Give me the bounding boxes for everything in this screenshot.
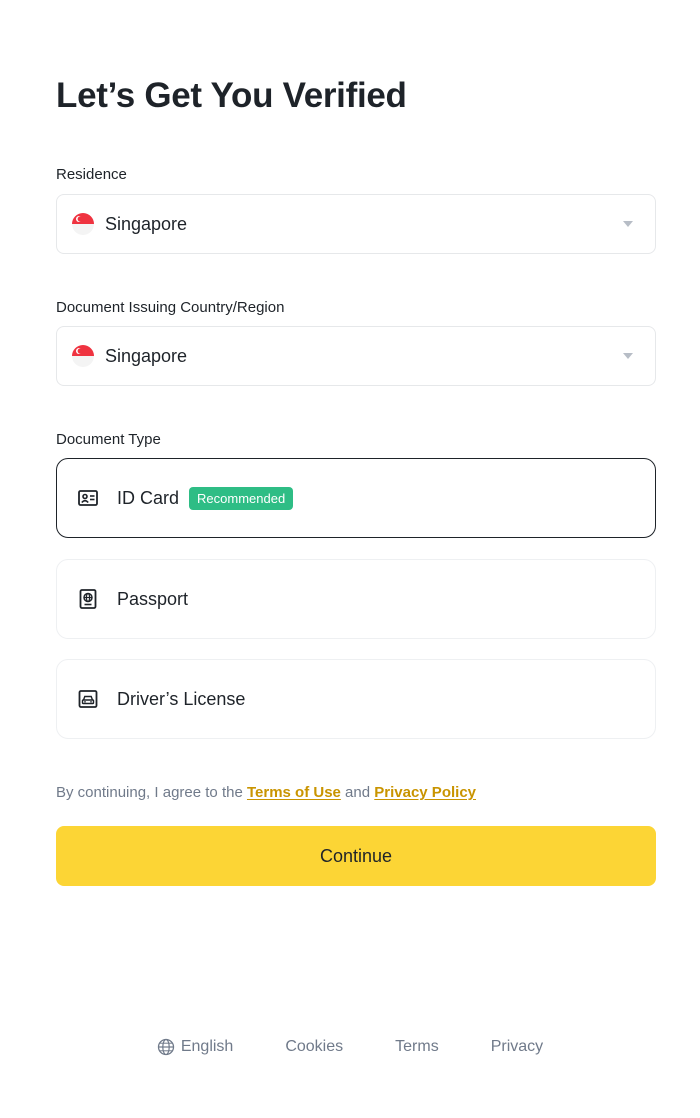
issuing-country-select[interactable]: Singapore [56, 326, 656, 386]
residence-value: Singapore [105, 213, 188, 234]
recommended-badge: Recommended [189, 486, 294, 510]
residence-label: Residence [56, 166, 127, 183]
document-option-passport[interactable]: Passport [56, 559, 656, 639]
residence-select[interactable]: Singapore [56, 194, 656, 254]
caret-down-icon [623, 353, 633, 359]
document-option-id-card[interactable]: ID Card Recommended [56, 458, 656, 538]
issuing-country-label: Document Issuing Country/Region [56, 299, 285, 316]
document-option-drivers-license[interactable]: Driver’s License [56, 659, 656, 739]
continue-button[interactable]: Continue [56, 826, 656, 886]
terms-of-use-link[interactable]: Terms of Use [247, 784, 341, 801]
language-selector[interactable]: English [157, 1038, 233, 1056]
passport-icon [79, 589, 97, 609]
document-option-label: ID Card [117, 487, 180, 508]
footer-privacy-link[interactable]: Privacy [491, 1038, 543, 1056]
caret-down-icon [623, 221, 633, 227]
privacy-policy-link[interactable]: Privacy Policy [374, 784, 476, 801]
id-card-icon [78, 490, 98, 506]
footer-terms-link[interactable]: Terms [395, 1038, 439, 1056]
issuing-country-value: Singapore [105, 345, 188, 366]
consent-text: By continuing, I agree to the Terms of U… [56, 784, 476, 801]
document-option-label: Passport [117, 588, 189, 609]
document-type-label: Document Type [56, 431, 161, 448]
verification-page: Let’s Get You Verified Residence Singapo… [0, 0, 700, 1118]
globe-icon [157, 1038, 174, 1056]
footer: English Cookies Terms Privacy [0, 1038, 700, 1056]
consent-prefix: By continuing, I agree to the [56, 784, 247, 801]
singapore-flag-icon [72, 213, 94, 235]
language-label: English [180, 1038, 234, 1055]
document-option-label: Driver’s License [117, 688, 246, 709]
footer-cookies-link[interactable]: Cookies [285, 1038, 343, 1056]
consent-conjunction: and [340, 784, 375, 801]
singapore-flag-icon [72, 345, 94, 367]
page-title: Let’s Get You Verified [56, 76, 407, 115]
drivers-license-icon [78, 690, 98, 708]
